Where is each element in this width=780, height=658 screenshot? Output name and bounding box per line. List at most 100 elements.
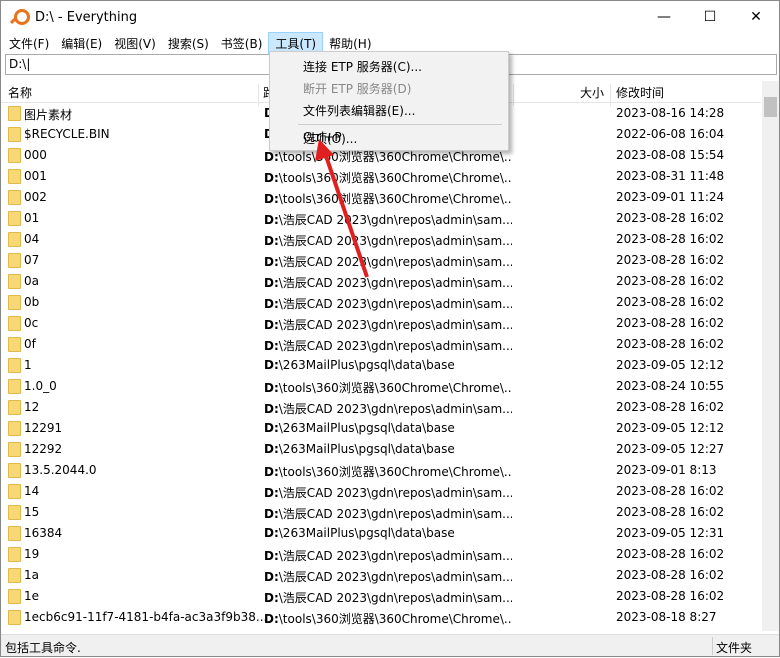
menu-item-connect-etp[interactable]: 连接 ETP 服务器(C)... — [303, 58, 422, 75]
file-date: 2023-08-28 16:02 — [616, 232, 725, 246]
file-name: 15 — [24, 505, 40, 519]
table-row[interactable]: 1a D:\浩辰CAD 2023\gdn\repos\admin\sam... … — [1, 565, 761, 586]
table-row[interactable]: 002 D:\tools\360浏览器\360Chrome\Chrome\...… — [1, 187, 761, 208]
table-row[interactable]: 1.0_0 D:\tools\360浏览器\360Chrome\Chrome\.… — [1, 376, 761, 397]
table-row[interactable]: 12291 D:\263MailPlus\pgsql\data\base 202… — [1, 418, 761, 439]
menu-view[interactable]: 视图(V) — [108, 33, 162, 54]
file-path: D:\浩辰CAD 2023\gdn\repos\admin\sam... — [264, 276, 512, 290]
table-row[interactable]: 19 D:\浩辰CAD 2023\gdn\repos\admin\sam... … — [1, 544, 761, 565]
file-date: 2023-08-28 16:02 — [616, 484, 725, 498]
file-name: 图片素材 — [24, 108, 73, 122]
file-path-rest: \263MailPlus\pgsql\data\base — [278, 358, 455, 372]
table-row[interactable]: 01 D:\浩辰CAD 2023\gdn\repos\admin\sam... … — [1, 208, 761, 229]
file-path-rest: \263MailPlus\pgsql\data\base — [278, 442, 455, 456]
file-path-rest: \tools\360浏览器\360Chrome\Chrome\... — [278, 150, 512, 164]
file-path: D:\263MailPlus\pgsql\data\base — [264, 526, 455, 540]
window-title: D:\ - Everything — [35, 9, 138, 25]
scrollbar-thumb[interactable] — [764, 97, 777, 117]
tools-menu-dropdown: 连接 ETP 服务器(C)... 断开 ETP 服务器(D) 文件列表编辑器(E… — [269, 51, 509, 151]
table-row[interactable]: 001 D:\tools\360浏览器\360Chrome\Chrome\...… — [1, 166, 761, 187]
file-path: D:\tools\360浏览器\360Chrome\Chrome\... — [264, 463, 512, 480]
folder-icon — [8, 337, 21, 352]
file-path: D:\浩辰CAD 2023\gdn\repos\admin\sam... — [264, 570, 512, 584]
file-name: 000 — [24, 148, 47, 162]
file-name: 1.0_0 — [24, 379, 57, 393]
file-path: D:\263MailPlus\pgsql\data\base — [264, 421, 455, 435]
file-path-rest: \tools\360浏览器\360Chrome\Chrome\... — [278, 465, 512, 479]
file-name: 1ecb6c91-11f7-4181-b4fa-ac3a3f9b38... — [24, 610, 268, 624]
file-path-rest: \浩辰CAD 2023\gdn\repos\admin\sam... — [278, 549, 512, 563]
search-value: D:\ — [9, 57, 27, 71]
file-name: 01 — [24, 211, 40, 225]
file-path-rest: \浩辰CAD 2023\gdn\repos\admin\sam... — [278, 570, 512, 584]
menu-search[interactable]: 搜索(S) — [162, 33, 215, 54]
table-row[interactable]: 15 D:\浩辰CAD 2023\gdn\repos\admin\sam... … — [1, 502, 761, 523]
folder-icon — [8, 547, 21, 562]
folder-icon — [8, 253, 21, 268]
table-row[interactable]: 16384 D:\263MailPlus\pgsql\data\base 202… — [1, 523, 761, 544]
table-row[interactable]: 07 D:\浩辰CAD 2023\gdn\repos\admin\sam... … — [1, 250, 761, 271]
folder-icon — [8, 211, 21, 226]
table-row[interactable]: 12292 D:\263MailPlus\pgsql\data\base 202… — [1, 439, 761, 460]
file-date: 2023-09-01 8:13 — [616, 463, 717, 477]
column-date[interactable]: 修改时间 — [616, 84, 664, 101]
file-name: 16384 — [24, 526, 63, 540]
folder-icon — [8, 190, 21, 205]
menu-item-disconnect-etp: 断开 ETP 服务器(D) — [303, 82, 412, 96]
file-path-rest: \浩辰CAD 2023\gdn\repos\admin\sam... — [278, 297, 512, 311]
file-path-rest: \浩辰CAD 2023\gdn\repos\admin\sam... — [278, 276, 512, 290]
table-row[interactable]: 0f D:\浩辰CAD 2023\gdn\repos\admin\sam... … — [1, 334, 761, 355]
folder-icon — [8, 169, 21, 184]
file-name: 19 — [24, 547, 40, 561]
table-row[interactable]: 1ecb6c91-11f7-4181-b4fa-ac3a3f9b38... D:… — [1, 607, 761, 628]
table-row[interactable]: 0a D:\浩辰CAD 2023\gdn\repos\admin\sam... … — [1, 271, 761, 292]
file-path: D:\浩辰CAD 2023\gdn\repos\admin\sam... — [264, 318, 512, 332]
file-path: D:\浩辰CAD 2023\gdn\repos\admin\sam... — [264, 339, 512, 353]
file-date: 2023-08-28 16:02 — [616, 316, 725, 330]
file-name: 0f — [24, 337, 36, 351]
file-date: 2023-08-28 16:02 — [616, 400, 725, 414]
file-path-rest: \tools\360浏览器\360Chrome\Chrome\... — [278, 612, 512, 626]
vertical-scrollbar[interactable] — [762, 81, 779, 631]
folder-icon — [8, 484, 21, 499]
column-size[interactable]: 大小 — [580, 84, 604, 101]
table-row[interactable]: 0c D:\浩辰CAD 2023\gdn\repos\admin\sam... … — [1, 313, 761, 334]
file-path-rest: \浩辰CAD 2023\gdn\repos\admin\sam... — [278, 507, 512, 521]
file-list: 图片素材 D: 2023-08-16 14:28 $RECYCLE.BIN D:… — [1, 103, 761, 631]
table-row[interactable]: 04 D:\浩辰CAD 2023\gdn\repos\admin\sam... … — [1, 229, 761, 250]
close-button[interactable]: ✕ — [733, 1, 779, 33]
file-name: 0a — [24, 274, 39, 288]
table-row[interactable]: 1e D:\浩辰CAD 2023\gdn\repos\admin\sam... … — [1, 586, 761, 607]
file-name: 12292 — [24, 442, 63, 456]
file-name: 14 — [24, 484, 40, 498]
table-row[interactable]: 12 D:\浩辰CAD 2023\gdn\repos\admin\sam... … — [1, 397, 761, 418]
minimize-button[interactable]: — — [641, 1, 687, 33]
file-date: 2023-08-28 16:02 — [616, 295, 725, 309]
folder-icon — [8, 526, 21, 541]
table-row[interactable]: 13.5.2044.0 D:\tools\360浏览器\360Chrome\Ch… — [1, 460, 761, 481]
folder-icon — [8, 589, 21, 604]
table-row[interactable]: 0b D:\浩辰CAD 2023\gdn\repos\admin\sam... … — [1, 292, 761, 313]
table-row[interactable]: 1 D:\263MailPlus\pgsql\data\base 2023-09… — [1, 355, 761, 376]
menu-item-file-list-editor[interactable]: 文件列表编辑器(E)... — [303, 102, 415, 119]
file-path-rest: \浩辰CAD 2023\gdn\repos\admin\sam... — [278, 402, 512, 416]
menu-bookmarks[interactable]: 书签(B) — [215, 33, 269, 54]
everything-logo-icon — [9, 8, 30, 26]
menu-edit[interactable]: 编辑(E) — [55, 33, 108, 54]
maximize-button[interactable]: ☐ — [687, 1, 733, 33]
table-row[interactable]: 14 D:\浩辰CAD 2023\gdn\repos\admin\sam... … — [1, 481, 761, 502]
file-date: 2023-09-05 12:27 — [616, 442, 725, 456]
menu-file[interactable]: 文件(F) — [3, 33, 55, 54]
file-path-rest: \tools\360浏览器\360Chrome\Chrome\... — [278, 192, 512, 206]
file-path: D:\263MailPlus\pgsql\data\base — [264, 358, 455, 372]
file-date: 2023-08-28 16:02 — [616, 337, 725, 351]
column-name[interactable]: 名称 — [8, 84, 32, 101]
file-name: 13.5.2044.0 — [24, 463, 97, 477]
file-path: D:\263MailPlus\pgsql\data\base — [264, 442, 455, 456]
file-path: D:\tools\360浏览器\360Chrome\Chrome\... — [264, 169, 512, 186]
file-path: D:\浩辰CAD 2023\gdn\repos\admin\sam... — [264, 297, 512, 311]
file-name: 07 — [24, 253, 40, 267]
file-name: 0b — [24, 295, 40, 309]
folder-icon — [8, 442, 21, 457]
file-date: 2023-08-28 16:02 — [616, 547, 725, 561]
